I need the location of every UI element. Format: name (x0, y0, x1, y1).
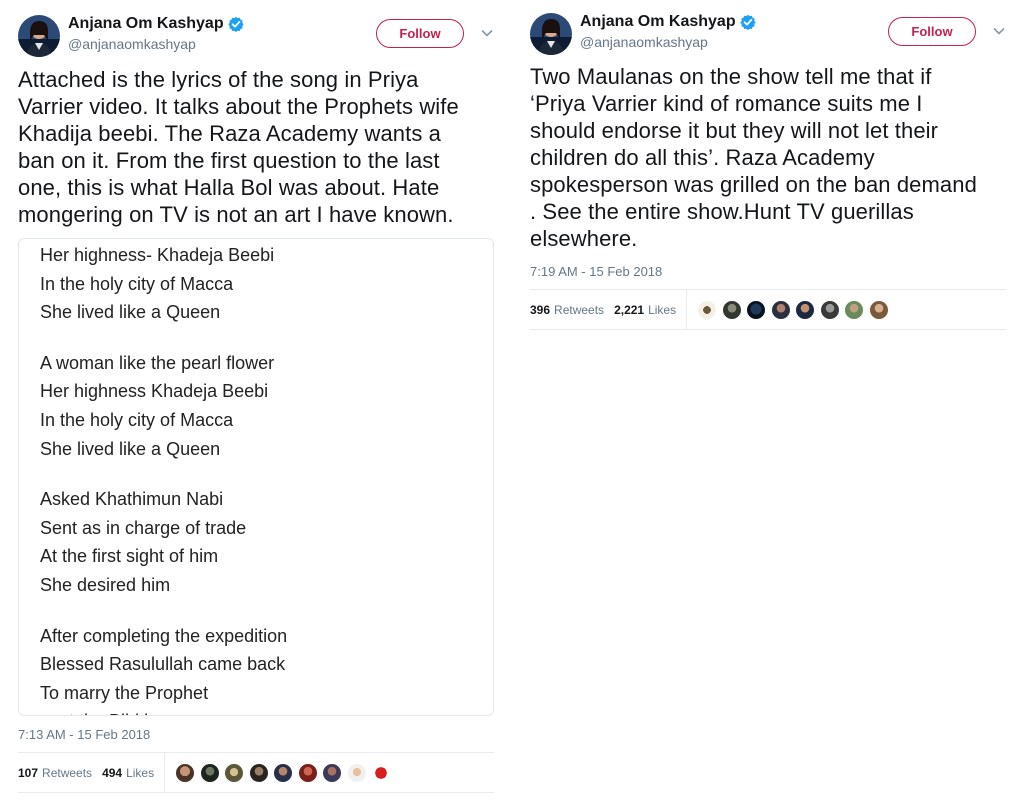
tweet-card: Anjana Om Kashyap @anjanaomkashyap Follo… (18, 0, 506, 793)
lyrics-line: She desired him (40, 574, 171, 595)
liker-avatars (175, 762, 396, 783)
tweet-stats: 107 Retweets 494 Likes (18, 752, 494, 793)
author-block: Anjana Om Kashyap @anjanaomkashyap (68, 15, 244, 52)
lyrics-line: sent the Bibi her... (40, 707, 287, 715)
liker-avatar[interactable] (297, 762, 318, 783)
lyrics-line: She lived like a Queen (40, 302, 221, 323)
tweet-text: Attached is the lyrics of the song in Pr… (18, 67, 459, 227)
liker-avatar[interactable] (175, 762, 196, 783)
author-name[interactable]: Anjana Om Kashyap (580, 13, 736, 31)
lyrics-line: Sent as in charge of trade (40, 517, 247, 538)
lyrics-line: In the holy city of Macca (40, 409, 234, 430)
retweet-count[interactable]: 107 Retweets (18, 766, 92, 780)
lyrics-line: In the holy city of Macca (40, 273, 234, 294)
author-block: Anjana Om Kashyap @anjanaomkashyap (580, 13, 756, 50)
lyrics-line: Blessed Rasulullah came back (40, 654, 286, 675)
verified-badge-icon (228, 16, 244, 32)
chevron-down-icon[interactable] (992, 24, 1006, 38)
lyrics-stanza: Asked Khathimun Nabi Sent as in charge o… (40, 485, 287, 599)
lyrics-line: A woman like the pearl flower (40, 352, 275, 373)
tweet-text: Two Maulanas on the show tell me that if… (530, 64, 977, 251)
chevron-down-icon[interactable] (480, 26, 494, 40)
liker-avatar[interactable] (697, 299, 718, 320)
tweet-header: Anjana Om Kashyap @anjanaomkashyap Follo… (530, 0, 1018, 60)
retweet-count[interactable]: 396 Retweets (530, 303, 604, 317)
stats-divider (686, 290, 688, 329)
lyrics-line: Her highness Khadeja Beebi (40, 381, 269, 402)
lyrics-stanza: After completing the expedition Blessed … (40, 622, 288, 715)
author-handle[interactable]: @anjanaomkashyap (68, 36, 244, 52)
like-count[interactable]: 2,221 Likes (614, 303, 676, 317)
lyrics-line: At the first sight of him (40, 546, 219, 567)
retweet-label: Retweets (554, 302, 605, 317)
liker-avatar[interactable] (819, 299, 840, 320)
liker-avatar[interactable] (371, 762, 392, 783)
retweet-number: 107 (18, 765, 39, 780)
author-name-link[interactable]: Anjana Om Kashyap (580, 13, 756, 31)
liker-avatar[interactable] (199, 762, 220, 783)
liker-avatar[interactable] (224, 762, 245, 783)
liker-avatar[interactable] (868, 299, 889, 320)
lyrics-line: After completing the expedition (40, 625, 288, 646)
lyrics-line: She lived like a Queen (40, 438, 221, 459)
follow-button[interactable]: Follow (888, 17, 976, 46)
like-count[interactable]: 494 Likes (102, 766, 154, 780)
tweet-image-lyrics[interactable]: Her highness- Khadeja Beebi In the holy … (18, 238, 494, 716)
liker-avatar[interactable] (721, 299, 742, 320)
liker-avatar[interactable] (844, 299, 865, 320)
lyrics-stanza: Her highness- Khadeja Beebi In the holy … (40, 241, 287, 327)
like-label: Likes (648, 302, 677, 317)
author-handle[interactable]: @anjanaomkashyap (580, 34, 756, 50)
liker-avatar[interactable] (346, 762, 367, 783)
lyrics-line: To marry the Prophet (40, 682, 209, 703)
author-name[interactable]: Anjana Om Kashyap (68, 15, 224, 33)
tweet-card: Anjana Om Kashyap @anjanaomkashyap Follo… (530, 0, 1018, 330)
lyrics-stanza: A woman like the pearl flower Her highne… (40, 349, 287, 463)
liker-avatar[interactable] (795, 299, 816, 320)
avatar[interactable] (18, 15, 60, 57)
like-number: 494 (102, 765, 123, 780)
liker-avatar[interactable] (248, 762, 269, 783)
author-name-link[interactable]: Anjana Om Kashyap (68, 15, 244, 33)
lyrics-text: Her highness- Khadeja Beebi In the holy … (40, 241, 288, 715)
liker-avatar[interactable] (770, 299, 791, 320)
retweet-label: Retweets (42, 765, 93, 780)
avatar[interactable] (530, 13, 572, 55)
tweet-header: Anjana Om Kashyap @anjanaomkashyap Follo… (18, 0, 506, 62)
liker-avatar[interactable] (273, 762, 294, 783)
tweet-stats: 396 Retweets 2,221 Likes (530, 289, 1006, 330)
verified-badge-icon (740, 14, 756, 30)
tweet-timestamp[interactable]: 7:13 AM - 15 Feb 2018 (18, 727, 506, 742)
retweet-number: 396 (530, 302, 551, 317)
lyrics-line: Her highness- Khadeja Beebi (40, 245, 275, 265)
follow-button[interactable]: Follow (376, 19, 464, 48)
liker-avatar[interactable] (322, 762, 343, 783)
like-number: 2,221 (614, 302, 645, 317)
like-label: Likes (126, 765, 155, 780)
lyrics-line: Asked Khathimun Nabi (40, 489, 224, 510)
liker-avatars (697, 299, 893, 320)
liker-avatar[interactable] (746, 299, 767, 320)
tweet-timestamp[interactable]: 7:19 AM - 15 Feb 2018 (530, 264, 1018, 279)
stats-divider (164, 753, 166, 792)
